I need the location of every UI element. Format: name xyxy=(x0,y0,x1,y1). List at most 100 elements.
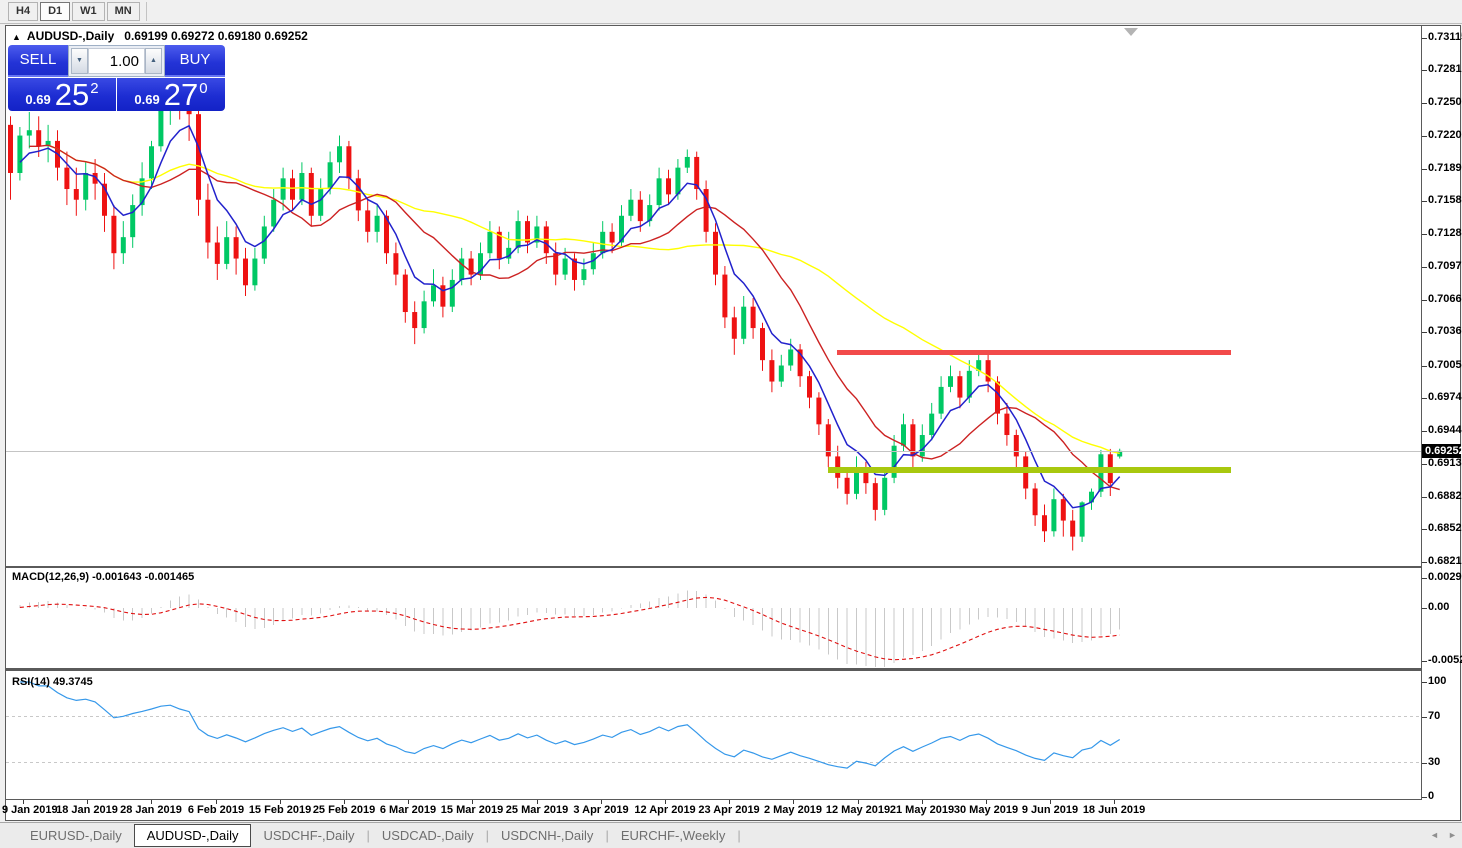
price-axis-label: 0.69440 xyxy=(1428,424,1462,436)
chart-tab-usdcad-daily[interactable]: USDCAD-,Daily xyxy=(370,825,486,846)
price-axis-label: 0.69130 xyxy=(1428,457,1462,469)
price-axis-tick xyxy=(1422,398,1427,399)
buy-price-big-digits: 27 xyxy=(164,79,198,110)
candles-layer xyxy=(8,82,1122,550)
sell-price-pip-digit: 2 xyxy=(90,80,98,97)
price-axis-label: 0.70360 xyxy=(1428,325,1462,337)
price-axis-tick xyxy=(1422,366,1427,367)
time-axis-label: 28 Jan 2019 xyxy=(120,804,182,816)
price-axis-label: 0.71280 xyxy=(1428,227,1462,239)
rsi-axis-label: 70 xyxy=(1428,710,1440,722)
timeframe-button-mn[interactable]: MN xyxy=(107,2,140,21)
timeframe-button-w1[interactable]: W1 xyxy=(72,2,105,21)
chart-tab-usdchf-daily[interactable]: USDCHF-,Daily xyxy=(251,825,366,846)
macd-indicator-pane[interactable] xyxy=(6,569,1421,667)
time-axis-label: 6 Feb 2019 xyxy=(188,804,244,816)
time-axis-label: 15 Mar 2019 xyxy=(441,804,503,816)
price-axis-divider xyxy=(1421,26,1422,800)
support-trendline[interactable] xyxy=(828,467,1231,473)
macd-axis-tick xyxy=(1422,608,1427,609)
one-click-trading-panel: SELL ▼ ▲ BUY 0.69 25 2 0.69 27 0 xyxy=(8,45,225,111)
chart-tab-usdcnh-daily[interactable]: USDCNH-,Daily xyxy=(489,825,605,846)
rsi-axis-tick xyxy=(1422,717,1427,718)
volume-stepper: ▼ ▲ xyxy=(68,45,165,77)
chart-tab-audusd-daily[interactable]: AUDUSD-,Daily xyxy=(134,824,252,847)
rsi-axis-label: 0 xyxy=(1428,790,1434,802)
symbol-tab-bar: EURUSD-,DailyAUDUSD-,DailyUSDCHF-,Daily |… xyxy=(0,822,1462,848)
price-axis-tick xyxy=(1422,562,1427,563)
price-axis-label: 0.69745 xyxy=(1428,391,1462,403)
time-axis-label: 3 Apr 2019 xyxy=(573,804,628,816)
price-axis-label: 0.72810 xyxy=(1428,63,1462,75)
chart-tab-eurchf-weekly[interactable]: EURCHF-,Weekly xyxy=(609,825,738,846)
scroll-to-end-icon[interactable] xyxy=(1124,28,1138,36)
price-axis-tick xyxy=(1422,529,1427,530)
rsi-indicator-pane[interactable] xyxy=(6,672,1421,799)
time-axis-label: 25 Mar 2019 xyxy=(506,804,568,816)
sell-price-display[interactable]: 0.69 25 2 xyxy=(8,78,116,111)
time-axis-label: 6 Mar 2019 xyxy=(380,804,436,816)
time-axis-label: 30 May 2019 xyxy=(954,804,1018,816)
volume-decrease-button[interactable]: ▼ xyxy=(71,48,88,74)
price-axis-tick xyxy=(1422,38,1427,39)
price-axis-label: 0.71890 xyxy=(1428,162,1462,174)
time-axis-label: 12 May 2019 xyxy=(826,804,890,816)
price-axis-label: 0.71585 xyxy=(1428,194,1462,206)
price-axis-label: 0.68825 xyxy=(1428,490,1462,502)
macd-axis-label: 0.002984 xyxy=(1428,571,1462,583)
macd-histogram xyxy=(11,591,1120,667)
price-axis-tick xyxy=(1422,70,1427,71)
macd-label: MACD(12,26,9) -0.001643 -0.001465 xyxy=(12,571,194,583)
buy-price-display[interactable]: 0.69 27 0 xyxy=(117,78,225,111)
current-price-badge: 0.69252 xyxy=(1422,444,1461,458)
bid-price-line xyxy=(6,451,1421,452)
volume-input[interactable] xyxy=(88,48,145,74)
sell-price-big-digits: 25 xyxy=(55,79,89,110)
sell-button[interactable]: SELL xyxy=(8,45,68,77)
buy-price-prefix: 0.69 xyxy=(134,92,159,107)
time-axis-label: 2 May 2019 xyxy=(764,804,822,816)
time-axis-label: 9 Jan 2019 xyxy=(2,804,58,816)
mt4-terminal: { "toolbar": { "timeframes": [ {"label":… xyxy=(0,0,1462,848)
rsi-axis-tick xyxy=(1422,797,1427,798)
time-axis-label: 21 May 2019 xyxy=(890,804,954,816)
tab-separator: | xyxy=(737,828,740,843)
price-axis-label: 0.70970 xyxy=(1428,260,1462,272)
price-axis-label: 0.70050 xyxy=(1428,359,1462,371)
chart-title: ▲AUDUSD-,Daily0.69199 0.69272 0.69180 0.… xyxy=(12,29,308,43)
macd-axis-label: 0.00 xyxy=(1428,601,1449,613)
price-axis-tick xyxy=(1422,300,1427,301)
timeframe-button-h4[interactable]: H4 xyxy=(8,2,38,21)
price-axis-tick xyxy=(1422,497,1427,498)
pane-separator xyxy=(6,799,1421,800)
price-axis-tick xyxy=(1422,332,1427,333)
macd-axis-tick xyxy=(1422,661,1427,662)
sell-price-prefix: 0.69 xyxy=(25,92,50,107)
chart-tab-eurusd-daily[interactable]: EURUSD-,Daily xyxy=(18,825,134,846)
price-axis-tick xyxy=(1422,169,1427,170)
panel-collapse-icon[interactable]: ▲ xyxy=(12,32,21,42)
price-axis-label: 0.68520 xyxy=(1428,522,1462,534)
time-axis-label: 18 Jun 2019 xyxy=(1083,804,1145,816)
price-axis-tick xyxy=(1422,234,1427,235)
tab-scroll-right-icon[interactable]: ► xyxy=(1448,830,1457,840)
volume-increase-button[interactable]: ▲ xyxy=(145,48,162,74)
price-axis-label: 0.72505 xyxy=(1428,96,1462,108)
symbol-tabs: EURUSD-,DailyAUDUSD-,DailyUSDCHF-,Daily |… xyxy=(18,824,741,847)
rsi-axis-label: 100 xyxy=(1428,675,1446,687)
time-axis-label: 15 Feb 2019 xyxy=(249,804,311,816)
pane-separator[interactable] xyxy=(6,668,1421,671)
price-axis-label: 0.70665 xyxy=(1428,293,1462,305)
tab-scroll-left-icon[interactable]: ◄ xyxy=(1430,830,1439,840)
time-axis-label: 12 Apr 2019 xyxy=(634,804,695,816)
time-axis-label: 23 Apr 2019 xyxy=(698,804,759,816)
buy-button[interactable]: BUY xyxy=(165,45,225,77)
resistance-trendline[interactable] xyxy=(837,350,1231,355)
rsi-axis-label: 30 xyxy=(1428,756,1440,768)
timeframe-button-d1[interactable]: D1 xyxy=(40,2,70,21)
pane-separator[interactable] xyxy=(6,566,1421,568)
rsi-label: RSI(14) 49.3745 xyxy=(12,676,93,688)
timeframe-buttons: H4D1W1MN xyxy=(8,2,142,21)
price-axis-label: 0.68210 xyxy=(1428,555,1462,567)
macd-axis-label: -0.005256 xyxy=(1428,654,1462,666)
